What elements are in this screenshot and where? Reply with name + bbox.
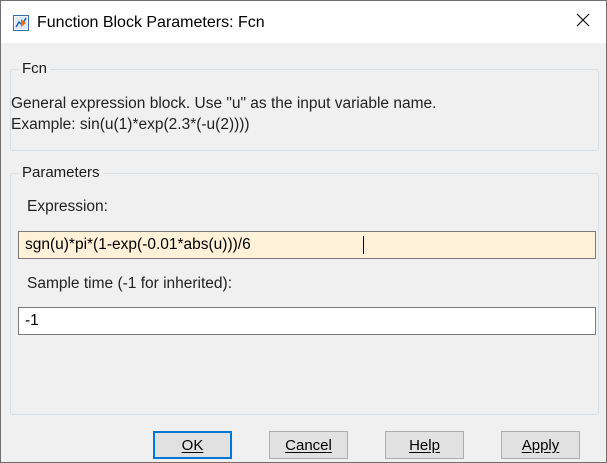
- apply-button-label: Apply: [521, 436, 560, 454]
- window-title: Function Block Parameters: Fcn: [37, 14, 265, 31]
- help-button[interactable]: Help: [385, 431, 464, 459]
- dialog-window: Function Block Parameters: Fcn Fcn Gener…: [0, 0, 607, 463]
- sample-time-label: Sample time (-1 for inherited):: [27, 275, 233, 292]
- apply-button[interactable]: Apply: [501, 431, 580, 459]
- description-line-2: Example: sin(u(1)*exp(2.3*(-u(2)))): [11, 116, 250, 133]
- cancel-button[interactable]: Cancel: [269, 431, 348, 459]
- help-button-label: Help: [409, 436, 440, 454]
- expression-input[interactable]: [18, 231, 596, 259]
- close-icon: [576, 13, 590, 32]
- cancel-button-label: Cancel: [285, 436, 332, 454]
- block-group-legend: Fcn: [19, 59, 51, 79]
- ok-button[interactable]: OK: [153, 431, 232, 459]
- sample-time-input[interactable]: [18, 307, 596, 335]
- block-description: General expression block. Use "u" as the…: [11, 93, 436, 135]
- title-bar[interactable]: Function Block Parameters: Fcn: [1, 1, 606, 43]
- description-line-1: General expression block. Use "u" as the…: [11, 95, 437, 112]
- text-caret: [363, 236, 364, 254]
- expression-label: Expression:: [27, 198, 108, 215]
- simulink-block-icon: [13, 15, 29, 31]
- parameters-group-legend: Parameters: [19, 163, 103, 183]
- ok-button-label: OK: [181, 436, 204, 454]
- close-button[interactable]: [560, 1, 606, 43]
